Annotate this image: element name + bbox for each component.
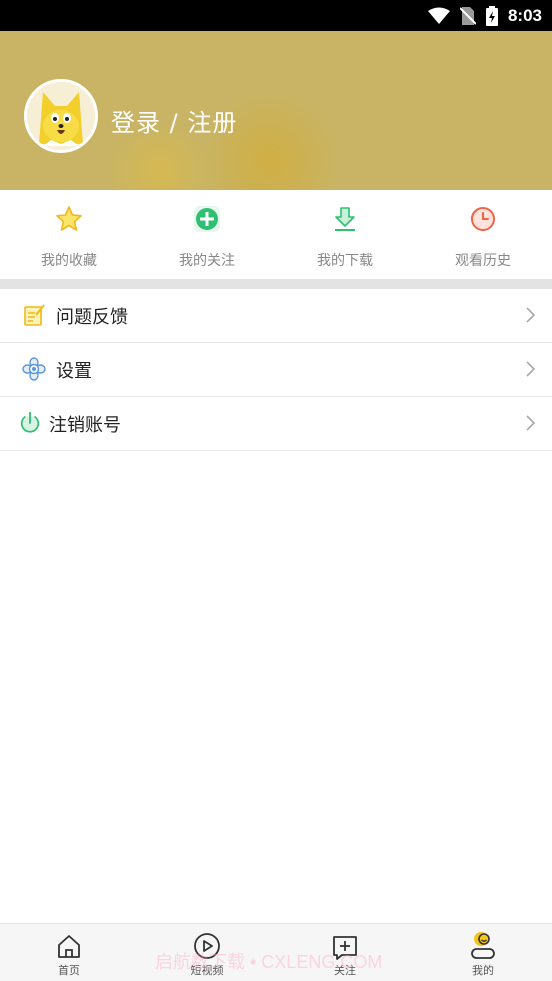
following-label: 我的关注 [179, 253, 235, 269]
status-time: 8:03 [507, 5, 542, 25]
chevron-right-icon [526, 415, 536, 431]
chevron-right-icon [526, 307, 536, 323]
plus-square-icon [330, 931, 360, 961]
nav-following[interactable]: 关注 [276, 924, 414, 981]
wifi-icon [427, 7, 450, 25]
menu-label-settings: 设置 [56, 360, 92, 382]
plus-circle-icon [192, 204, 222, 234]
profile-icon [468, 931, 498, 961]
nav-mine-label: 我的 [472, 964, 494, 977]
download-icon [330, 204, 360, 234]
nav-home-label: 首页 [58, 964, 80, 977]
battery-charging-icon [485, 5, 498, 26]
favorites-button[interactable]: 我的收藏 [0, 190, 138, 279]
downloads-button[interactable]: 我的下载 [276, 190, 414, 279]
nav-home[interactable]: 首页 [0, 924, 138, 981]
no-sim-icon [459, 6, 476, 25]
following-button[interactable]: 我的关注 [138, 190, 276, 279]
downloads-label: 我的下载 [317, 253, 373, 269]
feedback-note-icon [22, 303, 46, 327]
avatar[interactable] [24, 79, 98, 153]
settings-flower-icon [22, 357, 46, 381]
menu-label-feedback: 问题反馈 [56, 306, 128, 328]
power-icon [18, 411, 42, 435]
menu-item-feedback[interactable]: 问题反馈 [0, 289, 552, 343]
menu-label-delete-account: 注销账号 [49, 414, 121, 436]
nav-short-video[interactable]: 短视频 [138, 924, 276, 981]
nav-short-video-label: 短视频 [190, 964, 224, 977]
nav-following-label: 关注 [334, 964, 356, 977]
settings-menu: 问题反馈 设置 注销账号 [0, 289, 552, 451]
history-label: 观看历史 [455, 253, 511, 269]
profile-page: 8:03 登录 / 注册 我的收藏 我的关注 我的下载 观看历史 问题反馈 设置… [0, 0, 552, 981]
favorites-label: 我的收藏 [41, 253, 97, 269]
quick-actions: 我的收藏 我的关注 我的下载 观看历史 [0, 190, 552, 279]
section-divider [0, 279, 552, 289]
login-register-link[interactable]: 登录 / 注册 [111, 103, 237, 138]
star-icon [54, 204, 84, 234]
history-clock-icon [468, 204, 498, 234]
nav-mine[interactable]: 我的 [414, 924, 552, 981]
home-icon [54, 931, 84, 961]
menu-item-settings[interactable]: 设置 [0, 343, 552, 397]
chevron-right-icon [526, 361, 536, 377]
menu-item-delete-account[interactable]: 注销账号 [0, 397, 552, 451]
history-button[interactable]: 观看历史 [414, 190, 552, 279]
play-circle-icon [192, 931, 222, 961]
bottom-navigation: 首页 短视频 关注 我的 [0, 923, 552, 981]
fox-mascot-icon [27, 82, 95, 150]
status-bar: 8:03 [0, 0, 552, 31]
profile-header: 登录 / 注册 [0, 31, 552, 190]
